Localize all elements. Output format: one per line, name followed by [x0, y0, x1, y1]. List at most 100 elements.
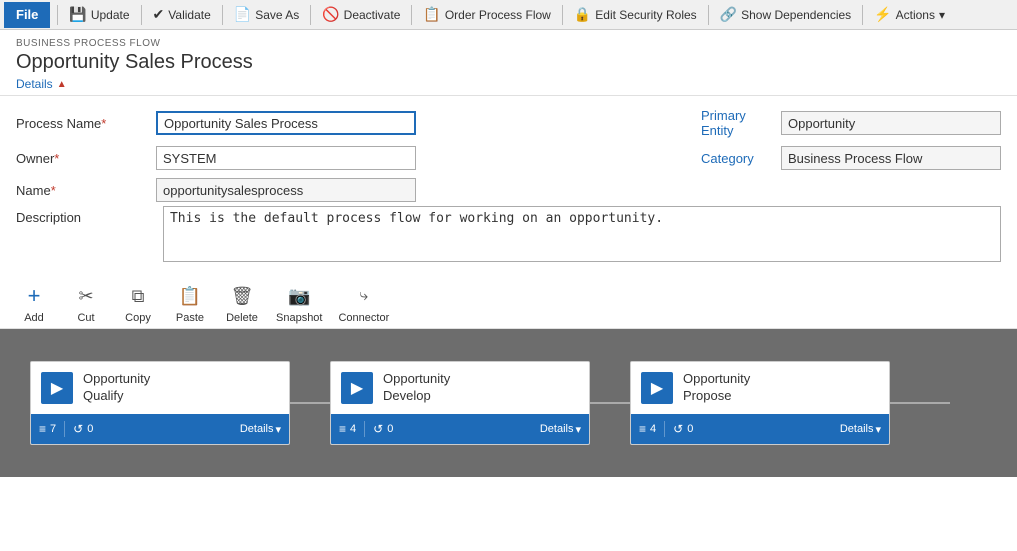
stage-propose-top: ▶ Opportunity Propose [631, 362, 889, 414]
owner-input[interactable] [156, 146, 416, 170]
stage-qualify-top: ▶ Opportunity Qualify [31, 362, 289, 414]
primary-entity-label: Primary Entity [661, 108, 781, 138]
connector-line-2 [590, 402, 630, 404]
required-marker-1: * [101, 116, 106, 131]
toolbar-separator-3 [222, 5, 223, 25]
stage-develop-top: ▶ Opportunity Develop [331, 362, 589, 414]
add-button[interactable]: + Add [16, 282, 52, 324]
details-chevron-icon-1: ▾ [275, 423, 281, 436]
save-as-button[interactable]: 📄 Save As [226, 2, 307, 28]
show-dependencies-button[interactable]: 🔗 Show Dependencies [712, 2, 860, 28]
toolbar-separator-5 [411, 5, 412, 25]
deactivate-button[interactable]: 🚫 Deactivate [314, 2, 408, 28]
actions-button[interactable]: ⚡ Actions ▾ [866, 2, 953, 28]
name-input[interactable] [156, 178, 416, 202]
connector-button[interactable]: ⤷ Connector [338, 282, 389, 324]
loops-icon-2: ↺ [373, 422, 383, 436]
stage-qualify-icon: ▶ [41, 372, 73, 404]
chevron-up-icon: ▲ [57, 79, 67, 90]
canvas-area: ▶ Opportunity Qualify ≡ 7 ↺ 0 Details ▾ … [0, 329, 1017, 477]
details-chevron-icon-2: ▾ [575, 423, 581, 436]
page-title: Opportunity Sales Process [16, 51, 1001, 74]
delete-icon: 🗑 [228, 282, 256, 310]
order-process-flow-button[interactable]: 📋 Order Process Flow [415, 2, 558, 28]
details-chevron-icon-3: ▾ [875, 423, 881, 436]
stage-qualify[interactable]: ▶ Opportunity Qualify ≡ 7 ↺ 0 Details ▾ [30, 361, 290, 445]
cut-button[interactable]: ✂ Cut [68, 282, 104, 324]
category-input [781, 146, 1001, 170]
paste-icon: 📋 [176, 282, 204, 310]
details-link[interactable]: Details ▲ [16, 77, 67, 91]
stage-propose-steps: ≡ 4 [639, 422, 656, 436]
toolbar-separator-6 [562, 5, 563, 25]
main-toolbar: File 💾 Update ✔ Validate 📄 Save As 🚫 Dea… [0, 0, 1017, 30]
update-button[interactable]: 💾 Update [61, 2, 137, 28]
validate-button[interactable]: ✔ Validate [145, 2, 219, 28]
stage-qualify-details-btn[interactable]: Details ▾ [240, 423, 281, 436]
stage-qualify-bottom: ≡ 7 ↺ 0 Details ▾ [31, 414, 289, 444]
order-process-flow-icon: 📋 [423, 6, 440, 23]
description-label: Description [16, 206, 155, 225]
stage-stat-sep-2 [364, 421, 365, 437]
name-label: Name* [16, 183, 156, 198]
toolbar-separator-8 [862, 5, 863, 25]
steps-icon-2: ≡ [339, 422, 346, 436]
edit-security-roles-button[interactable]: 🔒 Edit Security Roles [566, 2, 705, 28]
stage-stat-sep-3 [664, 421, 665, 437]
file-button[interactable]: File [4, 2, 50, 28]
show-dependencies-icon: 🔗 [720, 6, 737, 23]
deactivate-icon: 🚫 [322, 6, 339, 23]
stage-qualify-loops: ↺ 0 [73, 422, 93, 436]
process-name-input[interactable] [156, 111, 416, 135]
cut-icon: ✂ [72, 282, 100, 310]
stage-develop-details-btn[interactable]: Details ▾ [540, 423, 581, 436]
description-row: Description This is the default process … [16, 206, 1001, 262]
description-textarea[interactable]: This is the default process flow for wor… [163, 206, 1001, 262]
snapshot-button[interactable]: 📷 Snapshot [276, 282, 322, 324]
form-area: Process Name* Primary Entity Owner* Cate… [0, 96, 1017, 274]
toolbar-separator-7 [708, 5, 709, 25]
connector-line-1 [290, 402, 330, 404]
stage-propose-name: Opportunity Propose [683, 371, 750, 405]
actions-chevron-icon: ▾ [939, 8, 945, 22]
add-icon: + [20, 282, 48, 310]
stage-propose-bottom: ≡ 4 ↺ 0 Details ▾ [631, 414, 889, 444]
update-icon: 💾 [69, 6, 86, 23]
category-label: Category [661, 151, 781, 166]
stage-propose-details-btn[interactable]: Details ▾ [840, 423, 881, 436]
required-marker-2: * [54, 151, 59, 166]
stage-develop-loops: ↺ 0 [373, 422, 393, 436]
stage-propose-icon: ▶ [641, 372, 673, 404]
copy-button[interactable]: ⧉ Copy [120, 282, 156, 324]
stage-develop[interactable]: ▶ Opportunity Develop ≡ 4 ↺ 0 Details ▾ [330, 361, 590, 445]
page-header: BUSINESS PROCESS FLOW Opportunity Sales … [0, 30, 1017, 96]
toolbar-separator-1 [57, 5, 58, 25]
primary-entity-input [781, 111, 1001, 135]
toolbar-separator-4 [310, 5, 311, 25]
toolbar-separator-2 [141, 5, 142, 25]
stage-develop-bottom: ≡ 4 ↺ 0 Details ▾ [331, 414, 589, 444]
actions-icon: ⚡ [874, 6, 891, 23]
connector-icon: ⤷ [350, 282, 378, 310]
snapshot-icon: 📷 [285, 282, 313, 310]
stage-propose[interactable]: ▶ Opportunity Propose ≡ 4 ↺ 0 Details ▾ [630, 361, 890, 445]
steps-icon-1: ≡ [39, 422, 46, 436]
loops-icon-3: ↺ [673, 422, 683, 436]
connector-line-end [890, 402, 950, 404]
steps-icon-3: ≡ [639, 422, 646, 436]
process-name-label: Process Name* [16, 116, 156, 131]
form-grid: Process Name* Primary Entity Owner* Cate… [16, 108, 1001, 202]
validate-icon: ✔ [153, 6, 165, 23]
stage-qualify-steps: ≡ 7 [39, 422, 56, 436]
owner-label: Owner* [16, 151, 156, 166]
process-toolbar: + Add ✂ Cut ⧉ Copy 📋 Paste 🗑 Delete 📷 Sn… [0, 274, 1017, 329]
edit-security-roles-icon: 🔒 [574, 6, 591, 23]
stage-stat-sep-1 [64, 421, 65, 437]
stage-qualify-name: Opportunity Qualify [83, 371, 150, 405]
delete-button[interactable]: 🗑 Delete [224, 282, 260, 324]
save-as-icon: 📄 [234, 6, 251, 23]
stage-propose-loops: ↺ 0 [673, 422, 693, 436]
stage-develop-steps: ≡ 4 [339, 422, 356, 436]
paste-button[interactable]: 📋 Paste [172, 282, 208, 324]
required-marker-3: * [51, 183, 56, 198]
